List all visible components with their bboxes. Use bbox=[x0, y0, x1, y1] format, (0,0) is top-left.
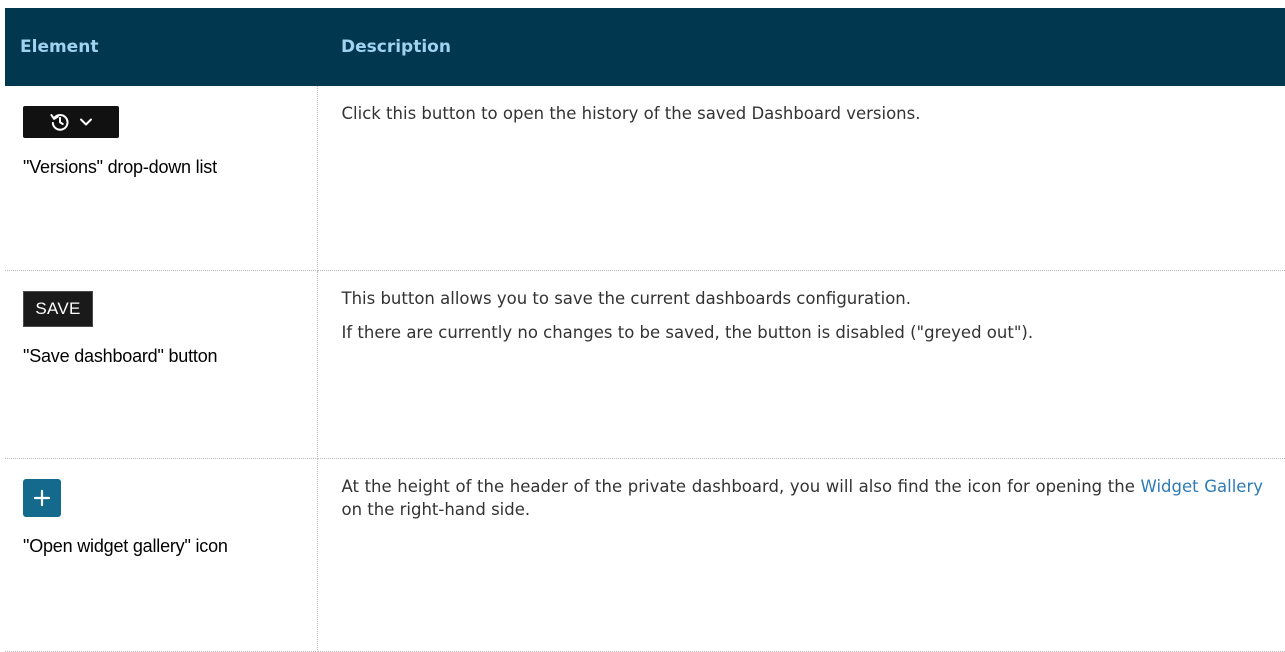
description-cell: At the height of the header of the priva… bbox=[317, 458, 1285, 652]
element-label: "Save dashboard" button bbox=[23, 345, 218, 366]
description-text: Click this button to open the history of… bbox=[341, 104, 921, 123]
element-cell: "Open widget gallery" icon bbox=[5, 458, 318, 652]
element-cell: "Versions" drop-down list bbox=[5, 86, 318, 271]
description-cell: Click this button to open the history of… bbox=[317, 86, 1285, 271]
element-cell: SAVE "Save dashboard" button bbox=[5, 270, 318, 459]
element-label: "Open widget gallery" icon bbox=[23, 535, 228, 556]
description-text: If there are currently no changes to be … bbox=[341, 322, 1034, 342]
description-text: This button allows you to save the curre… bbox=[341, 288, 912, 308]
description-text: At the height of the header of the priva… bbox=[342, 475, 1264, 521]
widget-gallery-link[interactable]: Widget Gallery bbox=[1141, 477, 1264, 496]
description-cell: This button allows you to save the curre… bbox=[317, 270, 1285, 459]
header-description: Description bbox=[341, 37, 451, 57]
element-description-table: Element Description "Versions" drop-down… bbox=[5, 8, 1285, 652]
plus-icon bbox=[33, 489, 51, 506]
table-row: "Versions" drop-down list Click this but… bbox=[5, 86, 1285, 271]
versions-dropdown-button[interactable] bbox=[23, 106, 119, 138]
description-text-after: on the right-hand side. bbox=[341, 499, 531, 519]
table-row: "Open widget gallery" icon At the height… bbox=[5, 458, 1285, 652]
chevron-down-icon bbox=[80, 118, 92, 126]
header-element: Element bbox=[20, 37, 99, 57]
history-icon bbox=[50, 114, 69, 131]
table-header-row: Element Description bbox=[5, 8, 1285, 86]
element-label: "Versions" drop-down list bbox=[23, 157, 217, 177]
save-button[interactable]: SAVE bbox=[23, 290, 93, 327]
description-text-before: At the height of the header of the priva… bbox=[341, 476, 1141, 496]
open-widget-gallery-button[interactable] bbox=[23, 478, 61, 517]
table-row: SAVE "Save dashboard" button This button… bbox=[5, 270, 1285, 459]
